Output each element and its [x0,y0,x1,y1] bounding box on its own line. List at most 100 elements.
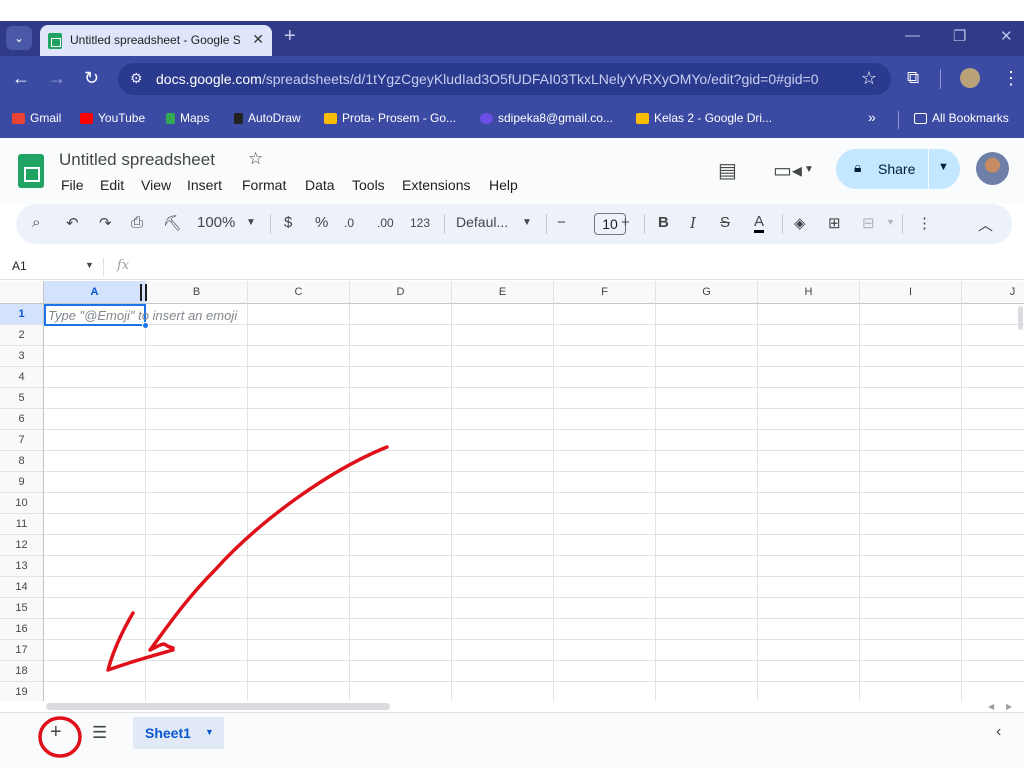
column-resize-handle[interactable] [140,284,147,301]
column-header[interactable]: G [656,281,758,304]
share-button[interactable]: 🔒︎ Share ▼ [836,149,960,189]
increase-decimal[interactable]: .00 [377,216,394,230]
row-header[interactable]: 13 [0,556,44,577]
explore-collapse-icon[interactable]: ‹ [996,723,1001,741]
column-header[interactable]: I [860,281,962,304]
row-header[interactable]: 12 [0,535,44,556]
minimize-icon[interactable]: — [905,27,920,44]
menu-data[interactable]: Data [305,177,335,193]
column-header[interactable]: E [452,281,554,304]
add-sheet-button[interactable]: + [50,721,62,744]
bookmark-prota[interactable]: Prota- Prosem - Go... [324,111,456,125]
row-header[interactable]: 7 [0,430,44,451]
row-header[interactable]: 16 [0,619,44,640]
bookmark-maps[interactable]: Maps [166,111,209,125]
strikethrough-icon[interactable]: S [720,214,730,231]
new-tab-button[interactable]: + [284,25,296,48]
scroll-left-arrow-icon[interactable]: ◀ [988,702,994,711]
browser-tab-active[interactable]: Untitled spreadsheet - Google Sheets ✕ [40,25,272,56]
sheet-tab[interactable]: Sheet1 ▼ [133,717,224,749]
restore-icon[interactable]: ❐ [953,27,966,45]
fill-handle[interactable] [142,322,149,329]
row-header[interactable]: 10 [0,493,44,514]
row-header[interactable]: 2 [0,325,44,346]
row-header[interactable]: 1 [0,304,44,325]
italic-icon[interactable]: I [690,214,696,232]
meet-video-icon[interactable]: ▭◂ [773,158,802,183]
star-icon[interactable]: ☆ [248,149,263,169]
row-header[interactable]: 18 [0,661,44,682]
decrease-decimal[interactable]: .0 [344,216,354,230]
borders-icon[interactable]: ⊞ [828,214,841,232]
column-header[interactable]: B [146,281,248,304]
row-header[interactable]: 3 [0,346,44,367]
row-header[interactable]: 6 [0,409,44,430]
site-settings-icon[interactable]: ⚙ [130,70,143,87]
search-menus-icon[interactable]: ⌕ [32,214,40,231]
merge-cells-icon[interactable]: ⊟ [862,214,875,232]
bookmark-youtube[interactable]: YouTube [80,111,145,125]
menu-tools[interactable]: Tools [352,177,385,193]
row-header[interactable]: 15 [0,598,44,619]
name-box[interactable]: A1 [12,259,27,273]
more-options-icon[interactable]: ⋮ [917,214,932,232]
bookmarks-overflow-icon[interactable]: » [868,109,876,125]
column-header[interactable]: J [962,281,1024,304]
merge-caret-icon[interactable]: ▼ [886,217,895,227]
zoom-select[interactable]: 100% [197,214,235,231]
window-close-icon[interactable]: ✕ [1000,27,1013,45]
font-caret-icon[interactable]: ▼ [522,217,532,228]
horizontal-scrollbar[interactable] [46,703,390,710]
account-avatar[interactable] [976,152,1009,185]
bold-icon[interactable]: B [658,214,669,231]
name-box-caret-icon[interactable]: ▼ [85,260,94,270]
extensions-icon[interactable]: ⧉ [907,68,919,88]
spreadsheet-grid[interactable]: ABCDEFGHIJ 1 2 3 4 5 6 7 8 9 10 11 12 13 14 15 16 17 18 19… [0,281,1024,701]
profile-avatar-icon[interactable] [960,68,980,88]
all-bookmarks[interactable]: All Bookmarks [914,111,1009,125]
sheets-logo-icon[interactable] [18,154,44,188]
column-header[interactable]: D [350,281,452,304]
row-header[interactable]: 17 [0,640,44,661]
column-header[interactable]: F [554,281,656,304]
scroll-right-arrow-icon[interactable]: ▶ [1006,702,1012,711]
row-header[interactable]: 5 [0,388,44,409]
back-arrow-icon[interactable]: ← [12,68,30,89]
bookmark-gmail[interactable]: Gmail [12,111,61,125]
menu-view[interactable]: View [141,177,171,193]
format-currency[interactable]: $ [284,214,292,231]
chrome-menu-icon[interactable]: ⋮ [1002,68,1020,89]
collapse-menus-icon[interactable]: ︿ [978,214,993,235]
sheet-tab-caret-icon[interactable]: ▼ [205,727,214,737]
format-percent[interactable]: % [315,214,328,231]
comments-icon[interactable]: ▤ [718,158,737,183]
font-size-increase[interactable]: + [621,214,630,231]
document-title[interactable]: Untitled spreadsheet [59,150,215,170]
forward-arrow-icon[interactable]: → [48,68,66,89]
column-header[interactable]: C [248,281,350,304]
menu-extensions[interactable]: Extensions [402,177,470,193]
formula-input[interactable] [140,254,1024,280]
font-select[interactable]: Defaul... [456,214,508,230]
row-header[interactable]: 11 [0,514,44,535]
row-header[interactable]: 19 [0,682,44,701]
font-size-decrease[interactable]: − [557,214,566,231]
row-header[interactable]: 9 [0,472,44,493]
bookmark-email[interactable]: sdipeka8@gmail.co... [480,111,613,125]
column-header[interactable]: A [44,281,146,304]
bookmark-kelas2[interactable]: Kelas 2 - Google Dri... [636,111,772,125]
paint-format-icon[interactable]: ⛏ [163,214,182,232]
row-header[interactable]: 4 [0,367,44,388]
tab-search-button[interactable]: ⌄ [6,26,32,50]
share-caret-icon[interactable]: ▼ [938,161,949,173]
bookmark-autodraw[interactable]: AutoDraw [234,111,301,125]
address-bar[interactable]: ⚙ docs.google.com/spreadsheets/d/1tYgzCg… [118,63,891,95]
zoom-caret-icon[interactable]: ▼ [246,217,256,228]
redo-icon[interactable]: ↷ [99,214,112,232]
menu-edit[interactable]: Edit [100,177,124,193]
meet-caret-icon[interactable]: ▼ [804,164,814,175]
tab-close-icon[interactable]: ✕ [252,31,264,48]
vertical-scrollbar[interactable] [1018,306,1023,330]
bookmark-star-icon[interactable]: ☆ [861,68,877,89]
number-format[interactable]: 123 [410,216,430,230]
